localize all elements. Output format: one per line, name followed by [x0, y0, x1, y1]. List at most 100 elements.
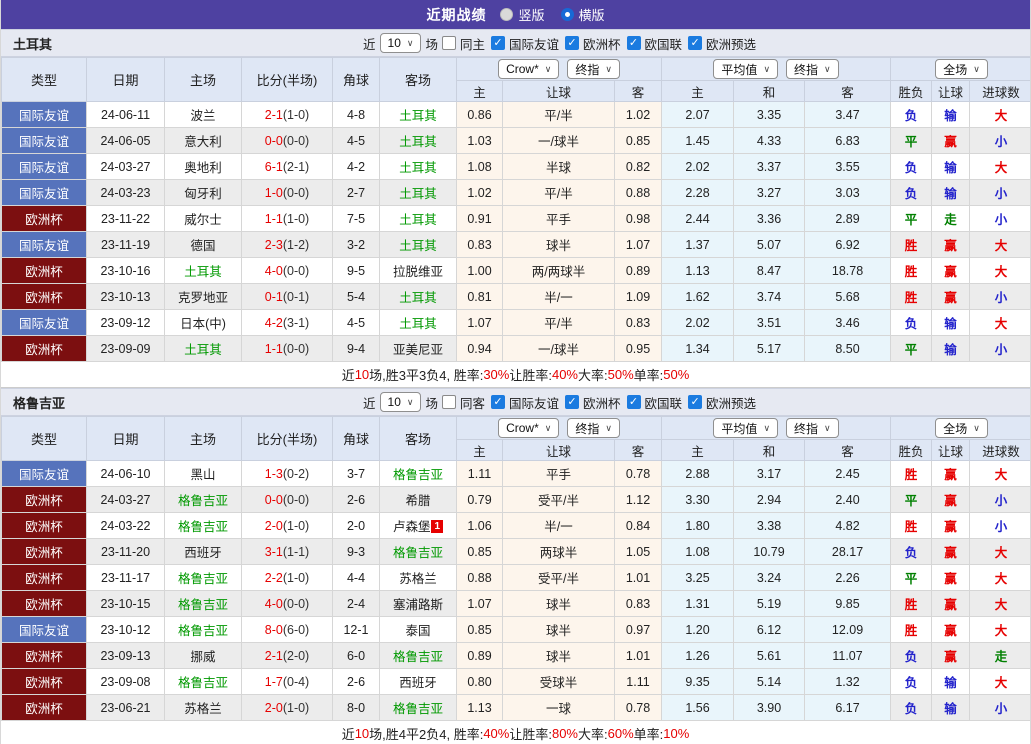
crow-away-odds: 0.78: [613, 694, 663, 721]
fulltime-select[interactable]: 全场 ∨: [935, 59, 988, 79]
league-checkbox-euroqualifier[interactable]: ✓: [688, 395, 703, 409]
league-checkbox-nationsleague[interactable]: ✓: [626, 395, 641, 409]
same-side-checkbox[interactable]: [441, 395, 456, 409]
games-label: 场: [425, 37, 438, 52]
league-checkbox-friendly[interactable]: ✓: [491, 395, 505, 409]
league-checkbox-euroqualifier[interactable]: ✓: [688, 36, 703, 50]
summary-segment: 50%: [663, 367, 690, 382]
away-team-cell: 格鲁吉亚: [379, 694, 457, 721]
near-count-select[interactable]: 10 ∨: [379, 392, 422, 412]
summary-segment: 大率:: [578, 727, 608, 742]
fulltime-score: 2-3: [264, 237, 283, 252]
handicap-result: 赢: [931, 642, 971, 669]
league-checkbox-nationsleague[interactable]: ✓: [626, 36, 641, 50]
away-team-cell: 拉脱维亚: [379, 257, 457, 284]
avg-home-odds: 1.26: [661, 642, 735, 669]
handicap-result: 赢: [931, 538, 971, 565]
summary-segment: 让胜率:: [509, 368, 552, 383]
bookmaker-select[interactable]: Crow* ∨: [498, 59, 560, 79]
away-team-name: 土耳其: [399, 239, 437, 253]
league-checkbox-eurocup[interactable]: ✓: [565, 395, 580, 409]
team-summary: 近 10 场,胜3平3负4, 胜率: 30% 让胜率: 40% 大率: 50% 单率: 50…: [1, 362, 1030, 388]
home-team-name: 苏格兰: [164, 694, 242, 721]
team-section-turkey: 土耳其 近 10 ∨ 场 同主 ✓ 国际友谊 ✓ 欧洲杯 ✓ 欧国联 ✓ 欧洲预选: [1, 29, 1030, 388]
handicap-result: 赢: [931, 616, 971, 643]
handicap-result: 赢: [931, 512, 971, 539]
match-date: 24-03-23: [86, 179, 165, 206]
bookmaker-select[interactable]: Crow* ∨: [498, 418, 560, 438]
horizontal-layout-radio[interactable]: 横版: [560, 5, 605, 24]
avg-home-odds: 3.25: [661, 564, 735, 591]
win-lose-result: 胜: [890, 460, 933, 487]
near-count-select[interactable]: 10 ∨: [379, 33, 422, 53]
away-team-name: 土耳其: [399, 317, 437, 331]
halftime-score: (0-0): [282, 341, 310, 356]
home-team-name: 奥地利: [164, 153, 242, 180]
avg-draw-odds: 3.24: [733, 564, 806, 591]
fulltime-select[interactable]: 全场 ∨: [935, 418, 988, 438]
col-goals: 进球数: [969, 439, 1030, 461]
match-type-badge: 欧洲杯: [1, 283, 87, 310]
same-side-checkbox[interactable]: [441, 36, 456, 50]
crow-odds-stage-select[interactable]: 终指 ∨: [567, 59, 620, 79]
win-lose-result: 胜: [890, 257, 933, 284]
match-row: 欧洲杯 23-09-13 挪威 2-1(2-0) 6-0 格鲁吉亚 0.89 球半 1.01 1.…: [1, 642, 1030, 669]
away-team-cell: 卢森堡 1: [379, 512, 457, 539]
crow-handicap: 平手: [502, 205, 615, 232]
match-type-badge: 国际友谊: [1, 309, 87, 336]
fulltime-score: 4-0: [264, 596, 283, 611]
match-row: 欧洲杯 23-10-13 克罗地亚 0-1(0-1) 5-4 土耳其 0.81 半/一 1.09…: [1, 283, 1030, 310]
away-team-cell: 亚美尼亚: [379, 335, 457, 362]
away-team-name: 土耳其: [399, 135, 437, 149]
avg-odds-stage-select[interactable]: 终指 ∨: [786, 59, 839, 79]
col-goals: 进球数: [969, 80, 1030, 102]
handicap-result: 输: [931, 335, 971, 362]
crow-handicap: 平/半: [502, 101, 615, 128]
match-date: 24-06-05: [86, 127, 165, 154]
avg-home-odds: 1.37: [661, 231, 735, 258]
avg-away-odds: 11.07: [804, 642, 892, 669]
avg-odds-stage-value: 终指: [794, 62, 819, 77]
crow-home-odds: 0.80: [456, 668, 503, 695]
avg-odds-stage-select[interactable]: 终指 ∨: [786, 418, 839, 438]
league-checkbox-eurocup[interactable]: ✓: [565, 36, 580, 50]
avg-draw-odds: 8.47: [733, 257, 806, 284]
match-date: 23-10-12: [86, 616, 165, 643]
win-lose-result: 平: [890, 127, 933, 154]
score-cell: 2-1(2-0): [241, 642, 333, 669]
chevron-down-icon: ∨: [763, 63, 771, 74]
avg-home-odds: 2.28: [661, 179, 735, 206]
crow-away-odds: 1.02: [613, 101, 663, 128]
fulltime-score: 1-1: [264, 211, 283, 226]
home-team-name: 土耳其: [164, 335, 242, 362]
summary-segment: 场,胜4平2负4, 胜率:: [369, 727, 484, 742]
away-team-cell: 格鲁吉亚: [379, 460, 457, 487]
goals-result: 大: [969, 590, 1030, 617]
league-checkbox-friendly[interactable]: ✓: [491, 36, 505, 50]
corner-count: 2-4: [332, 590, 380, 617]
crow-away-odds: 0.78: [613, 460, 663, 487]
radio-off-icon[interactable]: [500, 8, 514, 21]
crow-odds-stage-select[interactable]: 终指 ∨: [567, 418, 620, 438]
fulltime-score: 1-3: [264, 466, 283, 481]
match-type-badge: 欧洲杯: [1, 257, 87, 284]
crow-away-odds: 0.83: [613, 309, 663, 336]
col-home: 主场: [164, 57, 242, 102]
handicap-result: 赢: [931, 283, 971, 310]
avg-away-odds: 6.83: [804, 127, 892, 154]
radio-on-icon[interactable]: [560, 8, 574, 21]
avg-away-odds: 6.92: [804, 231, 892, 258]
halftime-score: (2-1): [282, 159, 310, 174]
vertical-layout-radio[interactable]: 竖版: [500, 5, 545, 24]
matches-tbody: 国际友谊 24-06-11 波兰 2-1(1-0) 4-8 土耳其 0.86 平/半 1.02 2…: [1, 101, 1030, 362]
average-select[interactable]: 平均值 ∨: [713, 59, 779, 79]
layout-radio-group: 竖版 横版: [500, 5, 605, 24]
col-home: 主场: [164, 416, 242, 461]
away-team-name: 卢森堡: [392, 520, 431, 534]
avg-home-odds: 1.62: [661, 283, 735, 310]
home-team-name: 格鲁吉亚: [164, 486, 242, 513]
away-team-cell: 塞浦路斯: [379, 590, 457, 617]
crow-odds-stage-value: 终指: [575, 421, 600, 436]
average-select[interactable]: 平均值 ∨: [713, 418, 779, 438]
match-date: 23-11-22: [86, 205, 165, 232]
